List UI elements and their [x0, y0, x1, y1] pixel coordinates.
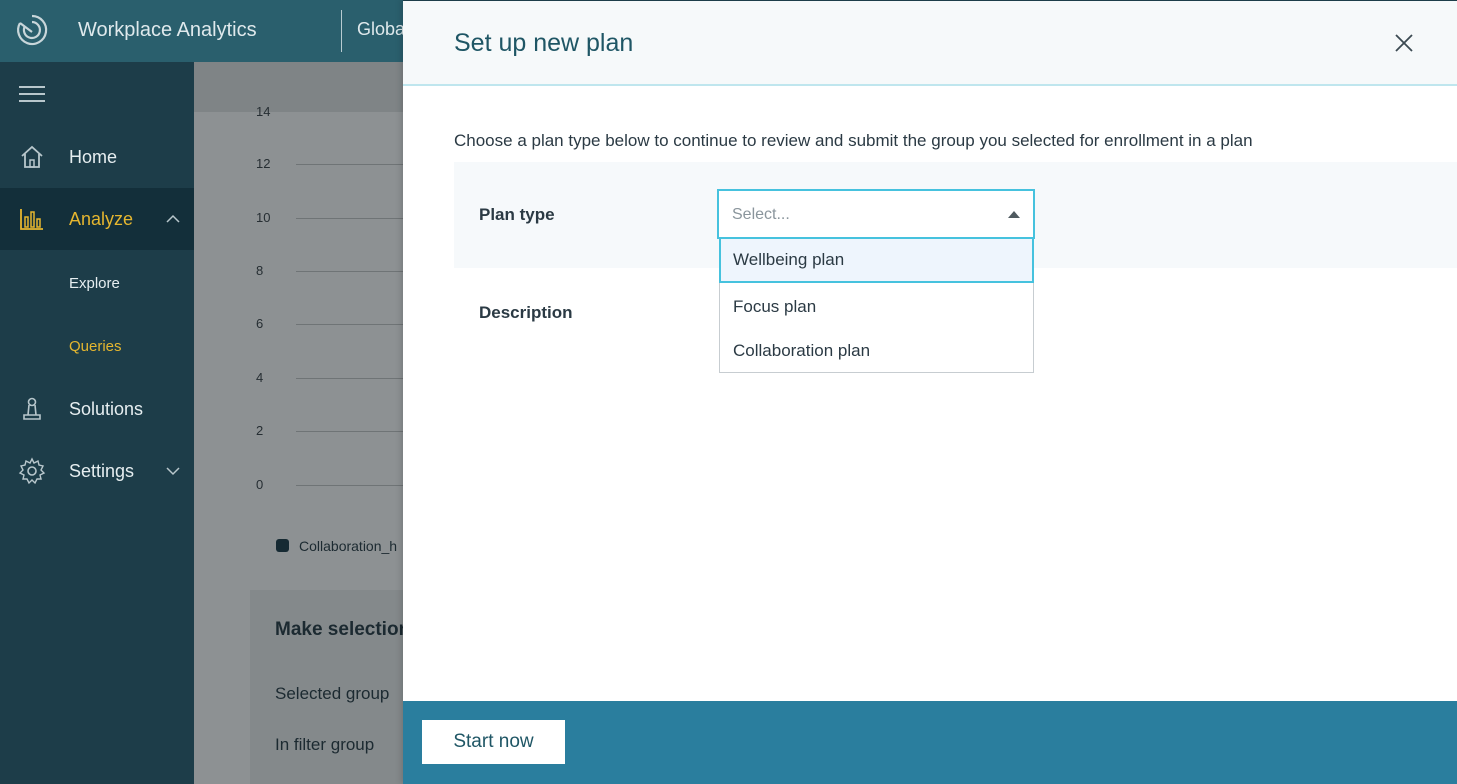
nav-item-settings[interactable]: Settings	[0, 440, 194, 502]
app-title: Workplace Analytics	[78, 19, 257, 41]
nav-item-home[interactable]: Home	[0, 126, 194, 188]
gridline	[296, 324, 406, 325]
nav-label-solutions: Solutions	[69, 398, 144, 419]
app-logo-icon[interactable]	[14, 12, 50, 48]
nav-label-settings: Settings	[69, 460, 135, 481]
option-wellbeing-plan[interactable]: Wellbeing plan	[719, 237, 1034, 283]
y-tick: 2	[256, 423, 264, 438]
y-tick: 14	[256, 104, 271, 119]
nav-item-analyze[interactable]: Analyze	[0, 188, 194, 250]
setup-plan-panel: Set up new plan Choose a plan type below…	[403, 0, 1457, 784]
gridline	[296, 218, 406, 219]
y-tick: 0	[256, 477, 264, 492]
plan-type-label: Plan type	[479, 205, 555, 224]
plan-type-dropdown: Wellbeing plan Focus plan Collaboration …	[719, 237, 1034, 373]
nav-subitem-queries[interactable]: Queries	[69, 338, 122, 355]
chevron-up-icon[interactable]	[166, 212, 180, 226]
gridline	[296, 378, 406, 379]
y-tick: 12	[256, 156, 271, 171]
home-icon	[21, 145, 43, 168]
legend-swatch	[276, 539, 289, 552]
panel-title: Set up new plan	[454, 29, 634, 57]
chevron-down-icon[interactable]	[166, 464, 180, 478]
y-tick: 8	[256, 263, 264, 278]
gridline	[296, 485, 406, 486]
hamburger-menu-icon[interactable]	[19, 86, 45, 104]
gridline	[296, 431, 406, 432]
y-tick: 4	[256, 370, 264, 385]
legend-label: Collaboration_h	[299, 538, 398, 554]
header-divider	[341, 10, 342, 52]
option-collaboration-plan[interactable]: Collaboration plan	[720, 329, 1033, 373]
nav-label-home: Home	[69, 146, 118, 167]
caret-up-icon[interactable]	[1008, 211, 1020, 218]
in-filter-group-label: In filter group	[275, 735, 375, 754]
panel-header: Set up new plan	[403, 0, 1457, 86]
select-placeholder: Select...	[732, 206, 790, 223]
description-label: Description	[479, 303, 573, 322]
nav-item-solutions[interactable]: Solutions	[0, 378, 194, 440]
plan-type-select[interactable]: Select...	[717, 189, 1035, 239]
option-focus-plan[interactable]: Focus plan	[720, 285, 1033, 329]
nav-label-analyze: Analyze	[69, 208, 134, 229]
y-tick: 6	[256, 316, 264, 331]
left-nav: Home Analyze Explore Queries Solutions S…	[0, 62, 194, 784]
panel-instructions: Choose a plan type below to continue to …	[454, 131, 1253, 150]
scope-selector[interactable]: Globa	[357, 19, 405, 40]
close-icon[interactable]	[1393, 32, 1415, 54]
bar-chart-icon	[20, 209, 43, 230]
selection-title: Make selection	[275, 619, 411, 640]
gridline	[296, 164, 406, 165]
gear-icon	[18, 457, 46, 485]
solutions-icon	[23, 397, 41, 420]
y-tick: 10	[256, 210, 271, 225]
panel-footer: Start now	[403, 701, 1457, 784]
selected-group-label: Selected group	[275, 684, 390, 703]
nav-subitem-explore[interactable]: Explore	[69, 275, 120, 292]
start-now-button[interactable]: Start now	[422, 720, 565, 764]
gridline	[296, 271, 406, 272]
